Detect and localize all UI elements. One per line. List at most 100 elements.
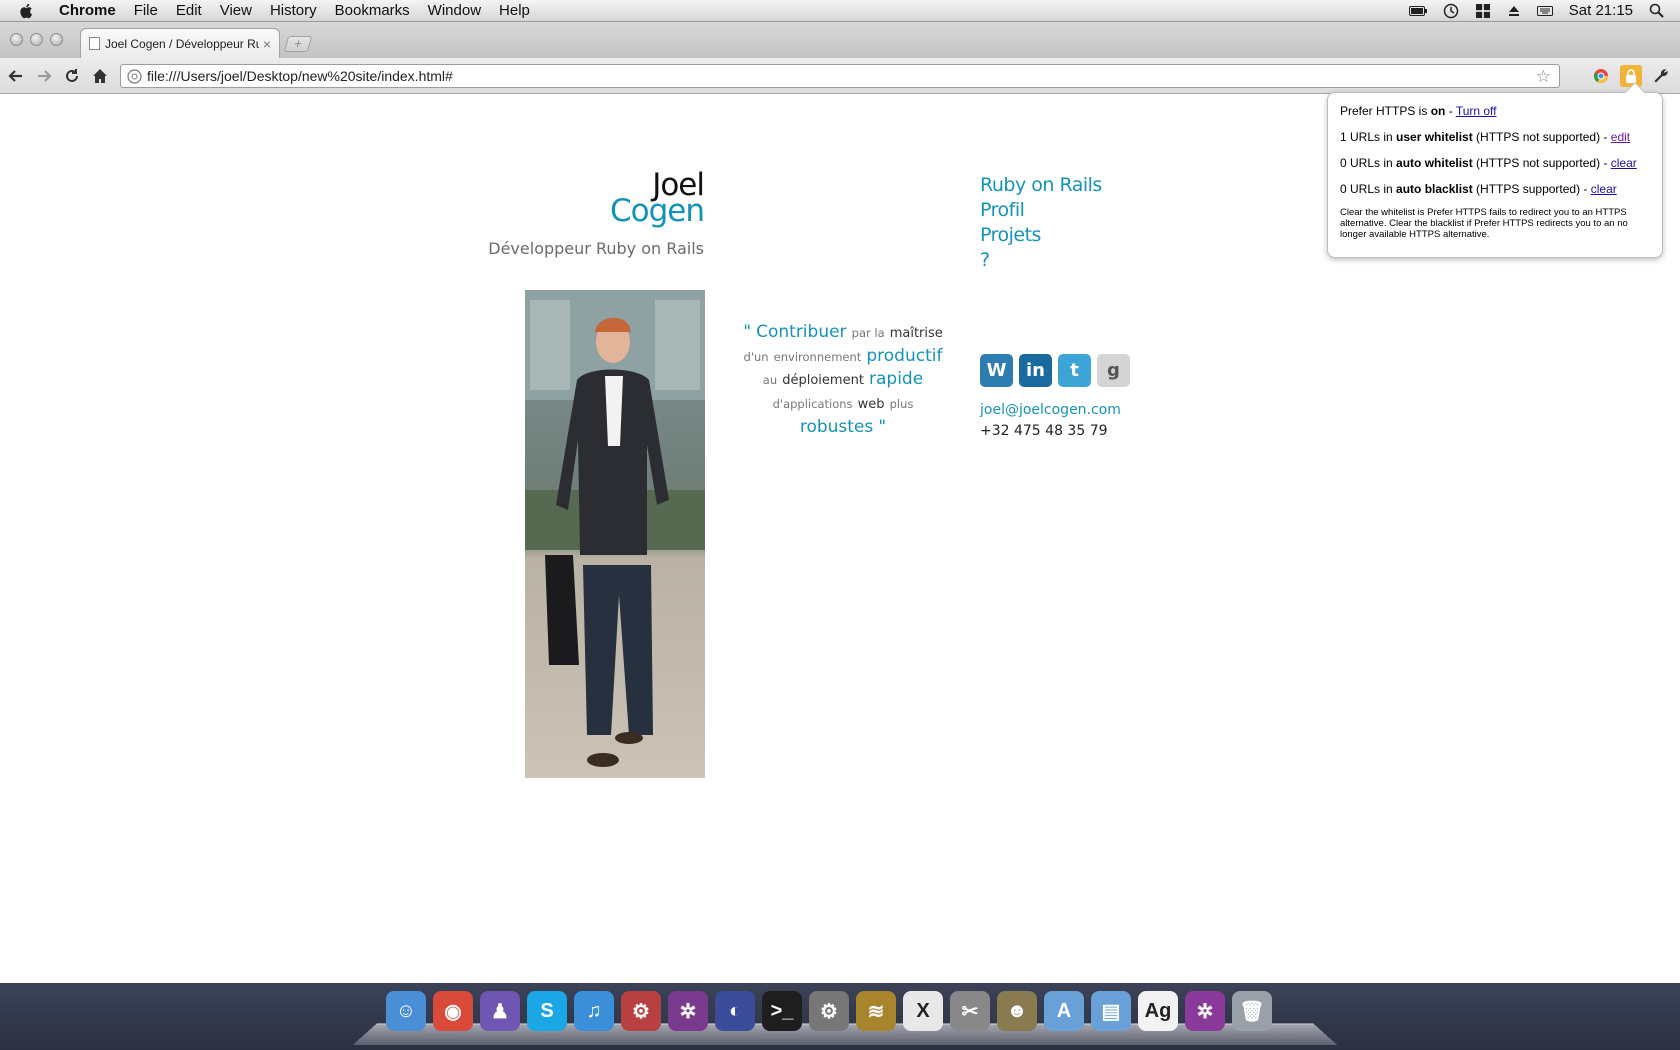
job-title: Développeur Ruby on Rails xyxy=(488,239,704,258)
forward-arrow-icon xyxy=(38,70,52,82)
zoom-window-button[interactable] xyxy=(50,33,63,46)
chrome-extension-icon xyxy=(1593,69,1608,83)
tab-close-icon[interactable]: × xyxy=(263,36,271,52)
system-preferences-icon[interactable]: ⚙ xyxy=(809,991,849,1031)
quote-word: d'un xyxy=(743,350,769,364)
menu-edit[interactable]: Edit xyxy=(167,0,211,22)
menu-help[interactable]: Help xyxy=(490,0,539,22)
phone-number: +32 475 48 35 79 xyxy=(980,423,1108,439)
clock[interactable]: Sat 21:15 xyxy=(1569,2,1633,19)
font-book-icon[interactable]: Ag xyxy=(1138,991,1178,1031)
x11-icon[interactable]: X xyxy=(903,991,943,1031)
settings-wrench-button[interactable] xyxy=(1650,65,1672,87)
quote-word-productif: productif xyxy=(866,346,943,366)
wordpress-icon[interactable]: W xyxy=(980,354,1013,387)
lock-icon xyxy=(1626,69,1636,83)
prefer-https-extension-button[interactable] xyxy=(1620,65,1642,87)
menu-history[interactable]: History xyxy=(261,0,326,22)
keyboard-icon[interactable] xyxy=(1536,5,1553,16)
home-button[interactable] xyxy=(90,66,110,86)
reload-icon xyxy=(66,69,78,82)
battery-icon[interactable] xyxy=(1408,5,1427,17)
home-icon xyxy=(93,69,107,83)
url-text[interactable]: file:///Users/joel/Desktop/new%20site/in… xyxy=(147,68,453,84)
nav-link-ruby-on-rails[interactable]: Ruby on Rails xyxy=(980,173,1102,198)
transmission-icon[interactable]: ⚙ xyxy=(621,991,661,1031)
linkedin-icon[interactable]: in xyxy=(1019,354,1052,387)
quote-close-mark: " xyxy=(878,417,887,437)
menu-view[interactable]: View xyxy=(211,0,261,22)
apple-icon[interactable] xyxy=(18,2,36,20)
nav-link-question[interactable]: ? xyxy=(980,248,1102,273)
popup-auto-blacklist-line: 0 URLs in auto blacklist (HTTPS supporte… xyxy=(1340,182,1617,196)
forward-button[interactable] xyxy=(34,66,54,86)
spaces-icon[interactable] xyxy=(1475,3,1491,19)
quote-word-contribuer: Contribuer xyxy=(756,322,847,342)
reload-button[interactable] xyxy=(62,66,82,86)
edit-whitelist-link[interactable]: edit xyxy=(1611,130,1630,144)
clear-auto-blacklist-link[interactable]: clear xyxy=(1591,182,1617,196)
adium-icon[interactable]: ♟ xyxy=(480,991,520,1031)
turn-off-link[interactable]: Turn off xyxy=(1456,104,1497,118)
dock: ☺ ◉ ♟ S ♫ ⚙ ✲ ◐ >_ ⚙ ≋ X ✂ ☻ A ▤ Ag ✲ 🗑 xyxy=(0,983,1680,1050)
quote-word: déploiement xyxy=(782,373,864,388)
quote-word: au xyxy=(762,373,778,387)
quote-word: maîtrise xyxy=(889,326,943,341)
tab-active[interactable]: Joel Cogen / Développeur Ru × xyxy=(80,28,280,58)
finder-icon[interactable]: ☺ xyxy=(386,991,426,1031)
close-window-button[interactable] xyxy=(10,33,23,46)
menu-bookmarks[interactable]: Bookmarks xyxy=(326,0,419,22)
browser-toolbar: file:///Users/joel/Desktop/new%20site/in… xyxy=(0,58,1680,94)
popup-help-note: Clear the whitelist is Prefer HTTPS fail… xyxy=(1340,207,1628,240)
quote-word: d'applications xyxy=(772,397,853,411)
quote-word: environnement xyxy=(773,350,862,364)
dock-icons: ☺ ◉ ♟ S ♫ ⚙ ✲ ◐ >_ ⚙ ≋ X ✂ ☻ A ▤ Ag ✲ 🗑 xyxy=(386,991,1272,1031)
profile-photo xyxy=(525,290,705,778)
gimp-icon[interactable]: ☻ xyxy=(997,991,1037,1031)
google-icon[interactable]: g xyxy=(1097,354,1130,387)
minimize-window-button[interactable] xyxy=(30,33,43,46)
time-machine-icon[interactable] xyxy=(1443,3,1459,19)
trash-icon[interactable]: 🗑 xyxy=(1232,991,1272,1031)
tab-title: Joel Cogen / Développeur Ru xyxy=(105,36,259,51)
quote-word: par la xyxy=(851,326,885,340)
menu-window[interactable]: Window xyxy=(419,0,490,22)
page-info-icon[interactable] xyxy=(127,69,142,84)
eject-icon[interactable] xyxy=(1507,4,1521,18)
email-link[interactable]: joel@joelcogen.com xyxy=(980,402,1121,418)
menu-file[interactable]: File xyxy=(125,0,167,22)
nav-link-profil[interactable]: Profil xyxy=(980,198,1102,223)
quote-open-mark: " xyxy=(743,322,752,342)
wifi-icon[interactable]: ≋ xyxy=(856,991,896,1031)
project-icon[interactable]: ✲ xyxy=(668,991,708,1031)
bookmark-star-icon[interactable]: ☆ xyxy=(1536,67,1551,87)
popup-status-line: Prefer HTTPS is on - Turn off xyxy=(1340,104,1497,118)
spotlight-search-icon[interactable] xyxy=(1649,3,1664,18)
new-tab-button[interactable]: + xyxy=(283,36,313,52)
nav-link-projets[interactable]: Projets xyxy=(980,223,1102,248)
project-file-icon[interactable]: ✲ xyxy=(1185,991,1225,1031)
chrome-icon[interactable]: ◉ xyxy=(433,991,473,1031)
tab-strip: Joel Cogen / Développeur Ru × + xyxy=(0,22,1680,58)
address-bar[interactable]: file:///Users/joel/Desktop/new%20site/in… xyxy=(120,64,1560,88)
last-name: Cogen xyxy=(609,193,705,229)
eclipse-icon[interactable]: ◐ xyxy=(715,991,755,1031)
itunes-icon[interactable]: ♫ xyxy=(574,991,614,1031)
clear-auto-whitelist-link[interactable]: clear xyxy=(1611,156,1637,170)
menu-app-chrome[interactable]: Chrome xyxy=(50,0,125,22)
person-photo-image xyxy=(525,290,705,778)
back-button[interactable] xyxy=(6,66,26,86)
skype-icon[interactable]: S xyxy=(527,991,567,1031)
chrome-extension-button[interactable] xyxy=(1590,65,1612,87)
social-links: W in t g xyxy=(980,354,1130,387)
scissors-icon[interactable]: ✂ xyxy=(950,991,990,1031)
popup-user-whitelist-line: 1 URLs in user whitelist (HTTPS not supp… xyxy=(1340,130,1631,144)
prefer-https-popup: Prefer HTTPS is on - Turn off 1 URLs in … xyxy=(1327,82,1663,258)
quote-word: plus xyxy=(889,397,914,411)
quote-word-robustes: robustes xyxy=(799,417,874,437)
twitter-icon[interactable]: t xyxy=(1058,354,1091,387)
applications-folder-icon[interactable]: A xyxy=(1044,991,1084,1031)
terminal-icon[interactable]: >_ xyxy=(762,991,802,1031)
documents-folder-icon[interactable]: ▤ xyxy=(1091,991,1131,1031)
site-nav: Ruby on Rails Profil Projets ? xyxy=(980,173,1102,273)
